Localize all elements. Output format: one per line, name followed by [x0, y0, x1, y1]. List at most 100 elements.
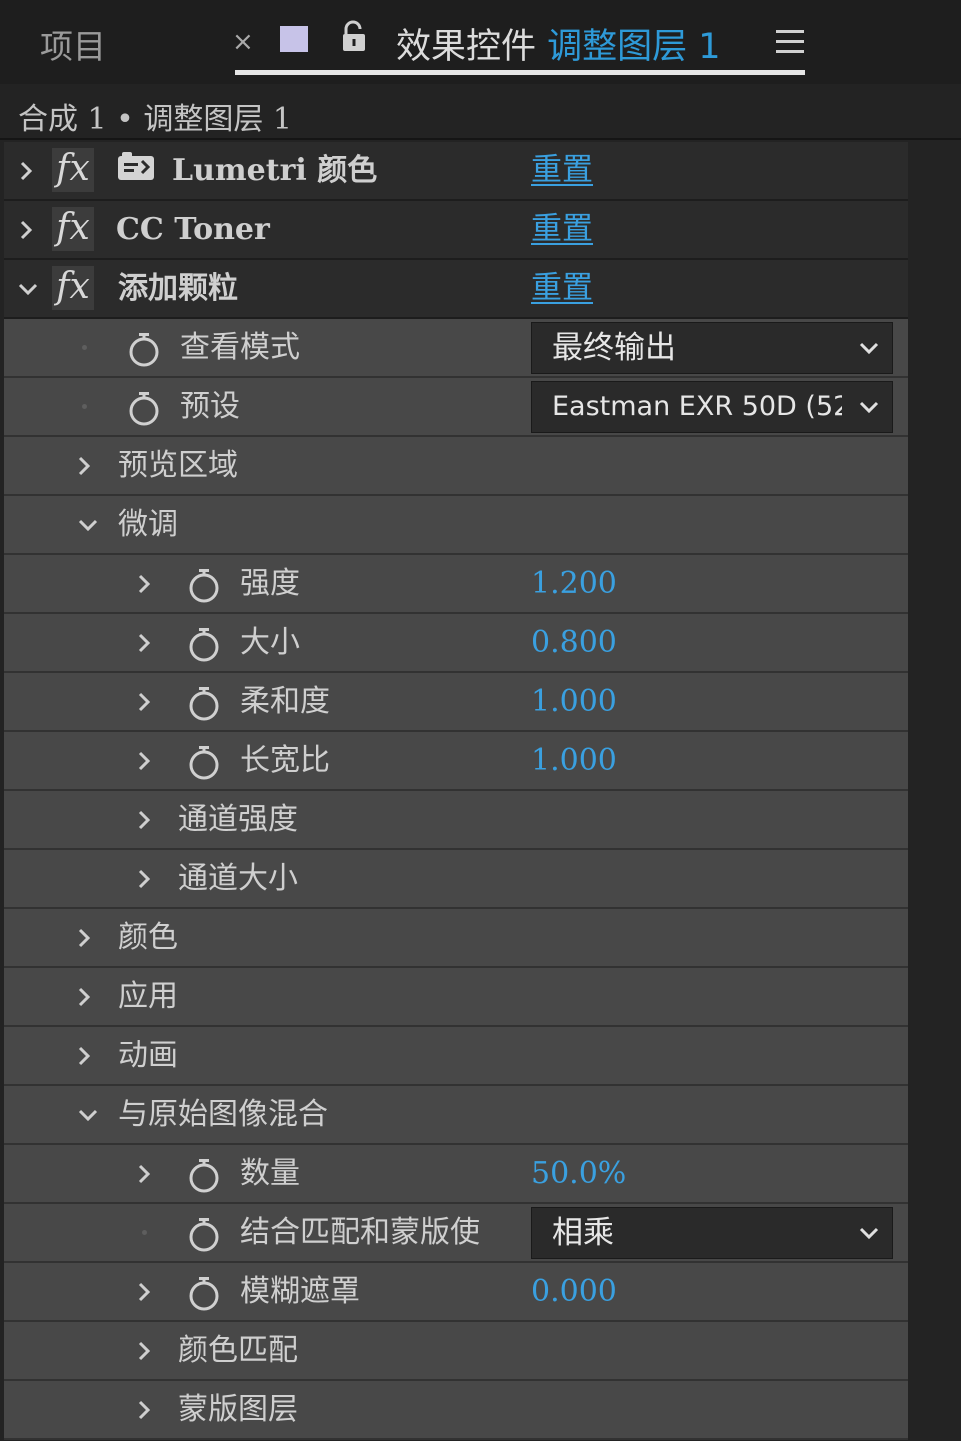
chevron-down-icon — [858, 337, 880, 359]
property-label-view-mode: 查看模式 — [180, 330, 300, 365]
group-row-preview-region[interactable]: 预览区域 — [4, 437, 908, 496]
chevron-down-icon — [858, 396, 880, 418]
chevron-right-icon[interactable] — [130, 555, 158, 612]
group-row-animation[interactable]: 动画 — [4, 1027, 908, 1086]
intensity-value[interactable]: 1.200 — [531, 555, 617, 612]
group-label-application: 应用 — [118, 979, 178, 1014]
property-dot — [82, 345, 87, 350]
tab-layer-name: 调整图层 1 — [547, 27, 721, 67]
property-dot — [142, 1230, 147, 1235]
property-row-combine-using: 结合匹配和蒙版使 相乘 — [4, 1204, 908, 1263]
chevron-down-icon[interactable] — [14, 260, 42, 317]
lock-icon[interactable] — [340, 20, 370, 54]
stopwatch-icon[interactable] — [187, 745, 221, 781]
softness-value[interactable]: 1.000 — [531, 673, 617, 730]
group-label-blend-with-original: 与原始图像混合 — [118, 1097, 328, 1132]
property-row-preset: 预设 Eastman EXR 50D (52 — [4, 378, 908, 437]
stopwatch-icon[interactable] — [187, 1217, 221, 1253]
effect-row-lumetri[interactable]: fx Lumetri 颜色 重置 — [4, 142, 908, 201]
group-label-preview-region: 预览区域 — [118, 448, 238, 483]
chevron-right-icon[interactable] — [130, 732, 158, 789]
group-label-color: 颜色 — [118, 920, 178, 955]
breadcrumb-text: 合成 1 • 调整图层 1 — [18, 102, 293, 137]
close-tab-icon[interactable]: × — [232, 27, 254, 57]
combine-using-dropdown[interactable]: 相乘 — [531, 1207, 893, 1259]
chevron-right-icon[interactable] — [70, 909, 98, 966]
chevron-right-icon[interactable] — [70, 437, 98, 494]
group-label-channel-size: 通道大小 — [178, 861, 298, 896]
reset-button-add-grain[interactable]: 重置 — [531, 260, 593, 317]
lumetri-icon — [116, 150, 156, 184]
chevron-right-icon[interactable] — [130, 1263, 158, 1320]
group-row-channel-size[interactable]: 通道大小 — [4, 850, 908, 909]
property-dot — [82, 404, 87, 409]
panel-menu-icon[interactable] — [776, 30, 804, 54]
chevron-right-icon[interactable] — [130, 1381, 158, 1438]
effect-row-add-grain[interactable]: fx 添加颗粒 重置 — [4, 260, 908, 319]
chevron-right-icon[interactable] — [12, 201, 40, 258]
group-row-tweaking[interactable]: 微调 — [4, 496, 908, 555]
property-label-intensity: 强度 — [240, 566, 300, 601]
breadcrumb: 合成 1 • 调整图层 1 — [0, 84, 961, 140]
tab-effect-controls[interactable]: 效果控件 调整图层 1 — [396, 18, 721, 69]
group-label-tweaking: 微调 — [118, 507, 178, 542]
chevron-right-icon[interactable] — [130, 850, 158, 907]
amount-value[interactable]: 50.0% — [531, 1145, 626, 1202]
active-tab-underline — [235, 70, 805, 75]
property-row-view-mode: 查看模式 最终输出 — [4, 319, 908, 378]
property-label-amount: 数量 — [240, 1156, 300, 1191]
blur-matte-value[interactable]: 0.000 — [531, 1263, 617, 1320]
group-label-channel-intensity: 通道强度 — [178, 802, 298, 837]
stopwatch-icon[interactable] — [127, 391, 161, 427]
stopwatch-icon[interactable] — [187, 568, 221, 604]
reset-button-cc-toner[interactable]: 重置 — [531, 201, 593, 258]
group-row-color[interactable]: 颜色 — [4, 909, 908, 968]
effect-row-cc-toner[interactable]: fx CC Toner 重置 — [4, 201, 908, 260]
property-row-softness: 柔和度 1.000 — [4, 673, 908, 732]
chevron-right-icon[interactable] — [130, 1145, 158, 1202]
fx-toggle-icon[interactable]: fx — [52, 148, 94, 192]
chevron-right-icon[interactable] — [70, 1027, 98, 1084]
group-row-color-matching[interactable]: 颜色匹配 — [4, 1322, 908, 1381]
stopwatch-icon[interactable] — [187, 1276, 221, 1312]
effect-controls-panel: 项目 × 效果控件 调整图层 1 合成 1 • 调整图层 1 fx Lumetr… — [0, 0, 961, 1441]
chevron-right-icon[interactable] — [12, 142, 40, 199]
preset-dropdown-value: Eastman EXR 50D (52 — [552, 391, 842, 422]
stopwatch-icon[interactable] — [187, 1158, 221, 1194]
group-row-channel-intensity[interactable]: 通道强度 — [4, 791, 908, 850]
chevron-right-icon[interactable] — [130, 673, 158, 730]
chevron-right-icon[interactable] — [70, 968, 98, 1025]
effect-name-lumetri: Lumetri 颜色 — [172, 153, 378, 188]
preset-dropdown[interactable]: Eastman EXR 50D (52 — [531, 381, 893, 433]
chevron-down-icon[interactable] — [74, 496, 102, 553]
chevron-right-icon[interactable] — [130, 614, 158, 671]
label-color-swatch[interactable] — [280, 26, 308, 52]
fx-toggle-icon[interactable]: fx — [52, 207, 94, 251]
stopwatch-icon[interactable] — [187, 686, 221, 722]
property-row-aspect-ratio: 长宽比 1.000 — [4, 732, 908, 791]
property-label-size: 大小 — [240, 625, 300, 660]
reset-button-lumetri[interactable]: 重置 — [531, 142, 593, 199]
size-value[interactable]: 0.800 — [531, 614, 617, 671]
stopwatch-icon[interactable] — [127, 332, 161, 368]
group-row-masking-layer[interactable]: 蒙版图层 — [4, 1381, 908, 1440]
view-mode-dropdown[interactable]: 最终输出 — [531, 322, 893, 374]
property-row-blur-matte: 模糊遮罩 0.000 — [4, 1263, 908, 1322]
panel-tab-bar: 项目 × 效果控件 调整图层 1 — [0, 0, 961, 84]
group-row-application[interactable]: 应用 — [4, 968, 908, 1027]
group-row-blend-with-original[interactable]: 与原始图像混合 — [4, 1086, 908, 1145]
chevron-down-icon[interactable] — [74, 1086, 102, 1143]
stopwatch-icon[interactable] — [187, 627, 221, 663]
aspect-ratio-value[interactable]: 1.000 — [531, 732, 617, 789]
tab-project[interactable]: 项目 — [40, 20, 106, 68]
group-label-color-matching: 颜色匹配 — [178, 1333, 298, 1368]
view-mode-dropdown-value: 最终输出 — [552, 330, 676, 366]
panel-right-gutter — [908, 142, 961, 1441]
chevron-right-icon[interactable] — [130, 1322, 158, 1379]
chevron-right-icon[interactable] — [130, 791, 158, 848]
property-row-intensity: 强度 1.200 — [4, 555, 908, 614]
effect-name-cc-toner: CC Toner — [116, 212, 270, 247]
property-label-combine-using: 结合匹配和蒙版使 — [240, 1215, 480, 1250]
property-row-amount: 数量 50.0% — [4, 1145, 908, 1204]
fx-toggle-icon[interactable]: fx — [52, 266, 94, 310]
